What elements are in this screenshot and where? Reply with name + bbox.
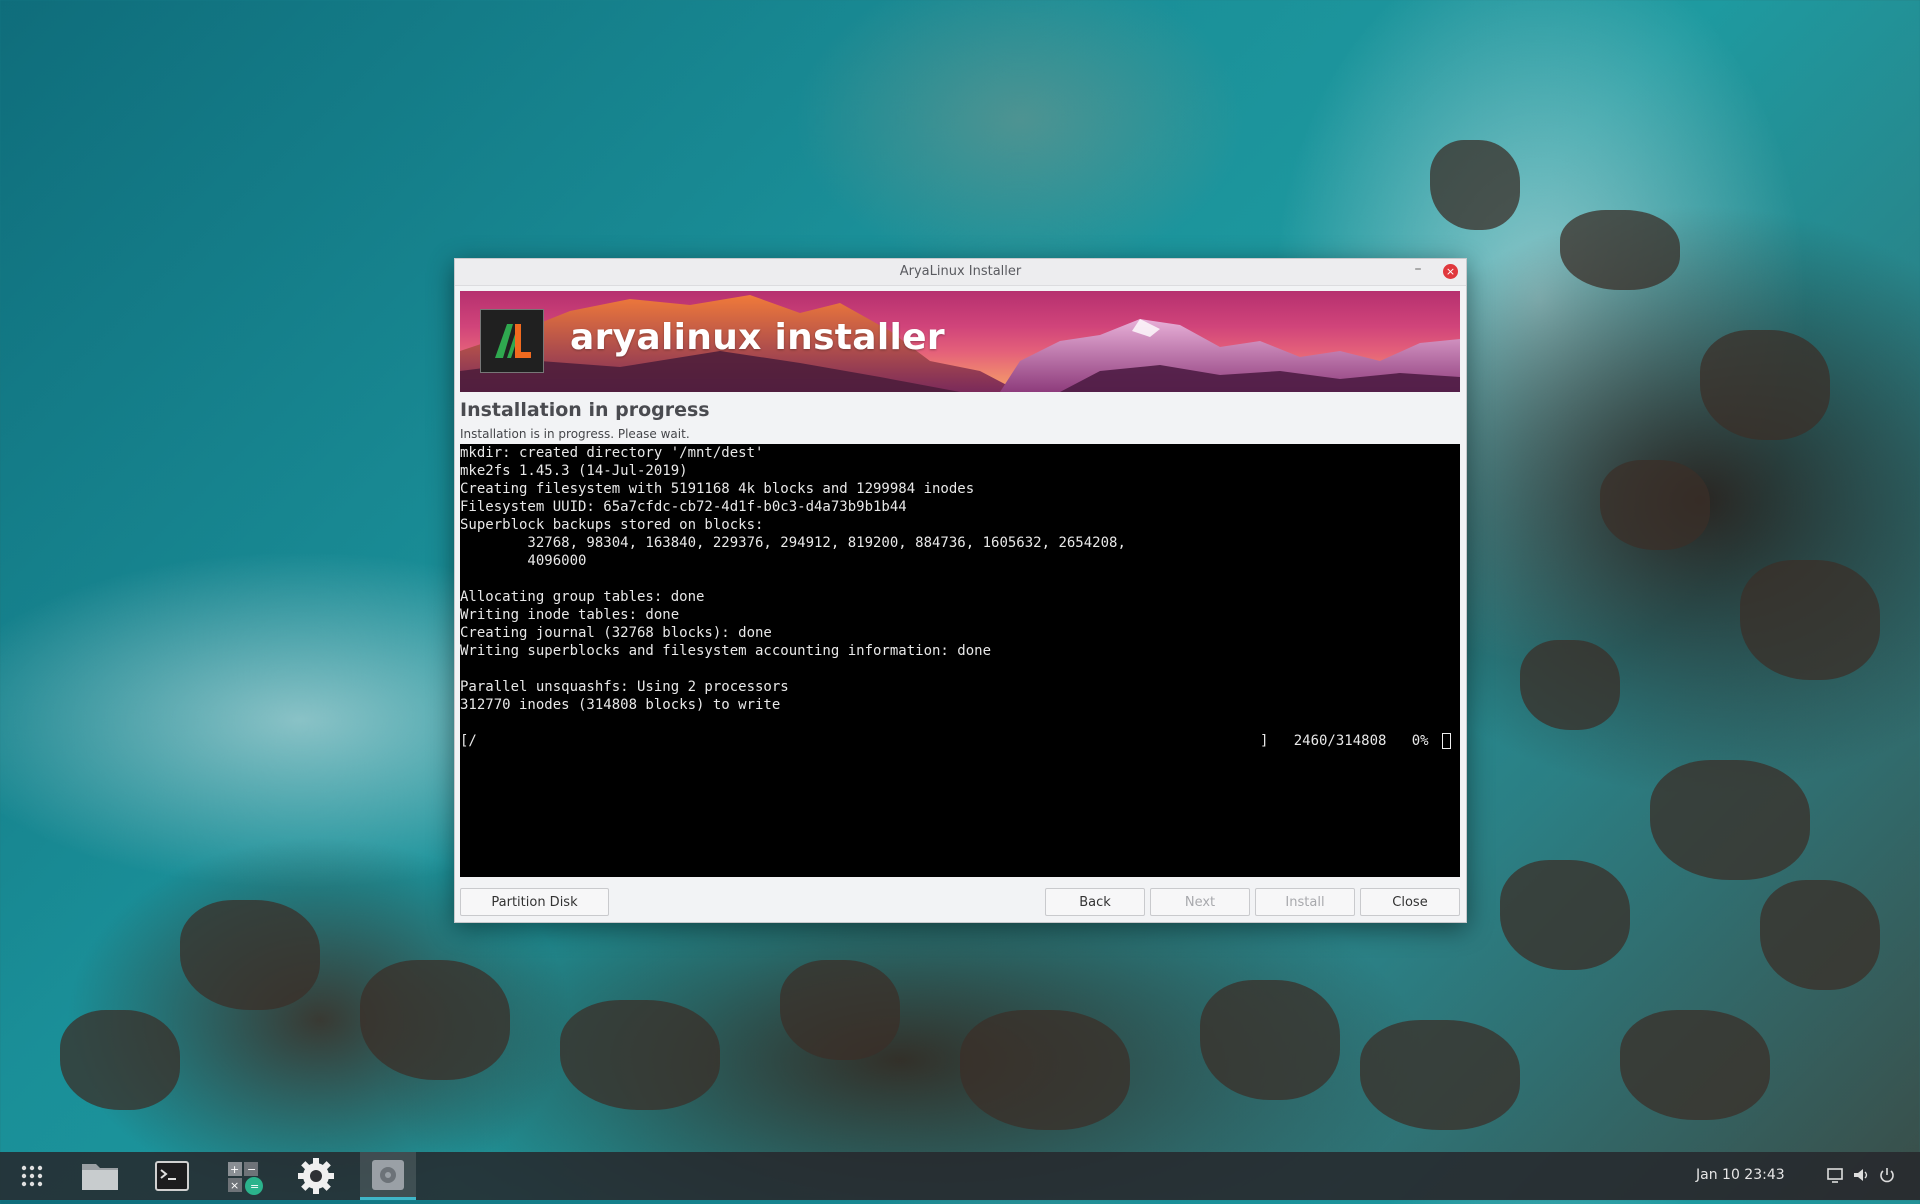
install-button[interactable]: Install — [1255, 888, 1355, 916]
settings-gear-icon[interactable] — [288, 1152, 344, 1200]
window-titlebar[interactable]: AryaLinux Installer – × — [455, 259, 1466, 286]
display-icon[interactable] — [1826, 1166, 1844, 1184]
installer-icon[interactable] — [360, 1152, 416, 1200]
terminal-cursor — [1442, 733, 1451, 749]
log-line: Creating journal (32768 blocks): done — [460, 625, 772, 641]
progress-status: ] 2460/314808 0% — [1260, 733, 1429, 749]
progress-left: [/ — [460, 733, 477, 749]
window-title: AryaLinux Installer — [899, 264, 1022, 279]
close-button[interactable]: Close — [1360, 888, 1460, 916]
svg-text:+: + — [230, 1163, 239, 1176]
app-grid-icon[interactable] — [4, 1152, 60, 1200]
installer-window: AryaLinux Installer – × aryalinux instal… — [454, 258, 1467, 923]
log-line: Filesystem UUID: 65a7cfdc-cb72-4d1f-b0c3… — [460, 499, 907, 515]
terminal-icon[interactable] — [144, 1152, 200, 1200]
svg-text:×: × — [230, 1179, 239, 1192]
back-button[interactable]: Back — [1045, 888, 1145, 916]
banner-title: aryalinux installer — [570, 317, 945, 358]
svg-text:=: = — [250, 1180, 259, 1193]
log-line: mkdir: created directory '/mnt/dest' — [460, 445, 764, 461]
log-line: Creating filesystem with 5191168 4k bloc… — [460, 481, 975, 497]
log-line: mke2fs 1.45.3 (14-Jul-2019) — [460, 463, 688, 479]
power-icon[interactable] — [1878, 1166, 1896, 1184]
taskbar: + − × = Jan 10 23:43 — [0, 1152, 1920, 1200]
installer-banner: aryalinux installer — [460, 291, 1460, 392]
log-line: Writing superblocks and filesystem accou… — [460, 643, 992, 659]
partition-disk-button[interactable]: Partition Disk — [460, 888, 609, 916]
page-title: Installation in progress — [460, 399, 710, 421]
clock[interactable]: Jan 10 23:43 — [1696, 1167, 1785, 1183]
log-line: 32768, 98304, 163840, 229376, 294912, 81… — [460, 535, 1126, 551]
calculator-icon[interactable]: + − × = — [216, 1152, 272, 1200]
log-line: 312770 inodes (314808 blocks) to write — [460, 697, 781, 713]
log-line: Writing inode tables: done — [460, 607, 680, 623]
install-log-terminal[interactable]: mkdir: created directory '/mnt/dest' mke… — [460, 444, 1460, 877]
log-line: Superblock backups stored on blocks: — [460, 517, 764, 533]
log-line: Allocating group tables: done — [460, 589, 705, 605]
file-manager-icon[interactable] — [72, 1152, 128, 1200]
log-line: Parallel unsquashfs: Using 2 processors — [460, 679, 789, 695]
minimize-button[interactable]: – — [1410, 262, 1426, 278]
close-window-button[interactable]: × — [1443, 264, 1458, 279]
svg-text:−: − — [247, 1163, 256, 1176]
page-subtitle: Installation is in progress. Please wait… — [460, 427, 690, 441]
aryalinux-logo-icon — [480, 309, 544, 373]
next-button[interactable]: Next — [1150, 888, 1250, 916]
log-line: 4096000 — [460, 553, 587, 569]
volume-icon[interactable] — [1852, 1166, 1870, 1184]
